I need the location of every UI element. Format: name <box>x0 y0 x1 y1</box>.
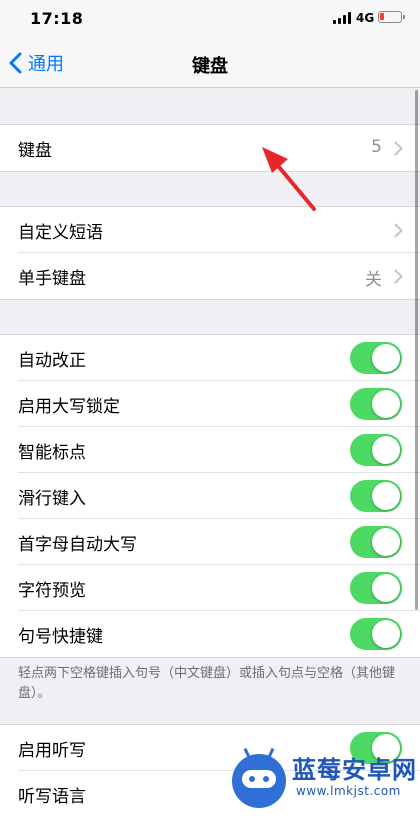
row-label: 启用大写锁定 <box>18 397 120 417</box>
row-label: 单手键盘 <box>18 269 86 289</box>
toggles-group: 自动改正 启用大写锁定 智能标点 滑行键入 首字母自动大写 字符预览 句号快捷键 <box>0 334 420 658</box>
watermark-url: www.lmkjst.com <box>296 784 401 798</box>
robot-icon <box>232 747 286 808</box>
chevron-right-icon <box>394 141 403 156</box>
navigation-bar: 通用 键盘 <box>0 38 420 88</box>
smart-punctuation-row: 智能标点 <box>0 427 420 473</box>
row-label: 自动改正 <box>18 351 86 371</box>
caps-lock-row: 启用大写锁定 <box>0 381 420 427</box>
row-label: 句号快捷键 <box>18 627 103 647</box>
auto-capitalization-toggle[interactable] <box>350 526 402 558</box>
row-label: 键盘 <box>18 141 52 161</box>
row-label: 首字母自动大写 <box>18 535 137 555</box>
period-shortcut-row: 句号快捷键 <box>0 611 420 657</box>
row-label: 启用听写 <box>18 741 86 761</box>
keyboards-group: 键盘 5 <box>0 124 420 172</box>
signal-icon <box>333 12 353 24</box>
row-label: 智能标点 <box>18 443 86 463</box>
character-preview-toggle[interactable] <box>350 572 402 604</box>
status-time: 17:18 <box>30 9 84 28</box>
auto-correction-row: 自动改正 <box>0 335 420 381</box>
period-shortcut-footnote: 轻点两下空格键插入句号（中文键盘）或插入句点与空格（其他键盘）。 <box>18 666 396 701</box>
scrollbar[interactable] <box>415 90 418 610</box>
row-label: 听写语言 <box>18 787 86 807</box>
auto-correction-toggle[interactable] <box>350 342 402 374</box>
watermark-title: 蓝莓安卓网 <box>292 756 417 784</box>
network-type: 4G <box>356 11 375 25</box>
chevron-right-icon <box>394 223 403 238</box>
battery-icon <box>378 11 405 23</box>
slide-to-type-toggle[interactable] <box>350 480 402 512</box>
page-title: 键盘 <box>192 56 228 77</box>
caps-lock-toggle[interactable] <box>350 388 402 420</box>
keyboards-row[interactable]: 键盘 5 <box>0 125 420 171</box>
status-bar: 17:18 4G <box>0 0 420 38</box>
one-handed-keyboard-row[interactable]: 单手键盘 关 <box>0 253 420 299</box>
period-shortcut-toggle[interactable] <box>350 618 402 650</box>
row-label: 滑行键入 <box>18 489 86 509</box>
row-label: 自定义短语 <box>18 223 103 243</box>
slide-to-type-row: 滑行键入 <box>0 473 420 519</box>
keyboards-count: 5 <box>371 137 382 157</box>
annotation-arrow-icon <box>262 147 316 211</box>
auto-capitalization-row: 首字母自动大写 <box>0 519 420 565</box>
text-replacement-row[interactable]: 自定义短语 <box>0 207 420 253</box>
text-options-group: 自定义短语 单手键盘 关 <box>0 206 420 300</box>
watermark-logo: 蓝莓安卓网 www.lmkjst.com <box>230 747 420 809</box>
smart-punctuation-toggle[interactable] <box>350 434 402 466</box>
character-preview-row: 字符预览 <box>0 565 420 611</box>
row-label: 字符预览 <box>18 581 86 601</box>
chevron-right-icon <box>394 269 403 284</box>
one-handed-value: 关 <box>365 270 382 290</box>
